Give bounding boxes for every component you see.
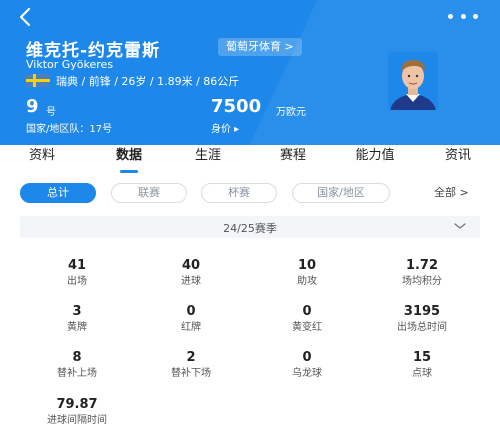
tab-news[interactable]: 资讯: [438, 145, 478, 173]
stat-points-per-game: 1.72 场均积分: [367, 258, 477, 289]
stat-penalties: 15 点球: [367, 350, 477, 381]
market-value-link[interactable]: 身价 ▸: [211, 120, 239, 135]
stat-goals: 40 进球: [136, 258, 246, 289]
player-info-line: 瑞典 / 前锋 / 26岁 / 1.89米 / 86公斤: [56, 75, 240, 88]
national-team-number: 国家/地区队：17号: [26, 124, 113, 135]
stat-label: 进球: [181, 276, 201, 287]
stat-label: 场均积分: [402, 276, 442, 287]
stat-value: 0: [302, 350, 312, 365]
tab-bar: 资料 数据 生涯 赛程 能力值 资讯: [0, 145, 500, 173]
stat-minutes-played: 3195 出场总时间: [367, 304, 477, 335]
stat-label: 进球间隔时间: [47, 415, 107, 426]
stat-label: 红牌: [181, 322, 201, 333]
season-selector[interactable]: 24/25赛季: [20, 216, 480, 238]
stat-value: 8: [72, 350, 82, 365]
filter-national[interactable]: 国家/地区: [292, 183, 390, 203]
stat-value: 1.72: [405, 258, 439, 273]
stat-label: 替补下场: [171, 368, 211, 379]
shirt-number-unit: 号: [46, 107, 56, 118]
stat-sub-off: 2 替补下场: [136, 350, 246, 381]
stat-value: 10: [297, 258, 317, 273]
market-value-unit: 万欧元: [276, 107, 306, 118]
stat-red-cards: 0 红牌: [136, 304, 246, 335]
sweden-flag-icon: [26, 74, 50, 87]
season-label: 24/25赛季: [223, 222, 277, 235]
stat-label: 黄变红: [292, 322, 322, 333]
stat-value: 40: [181, 258, 201, 273]
stat-label: 助攻: [297, 276, 317, 287]
tab-data[interactable]: 数据: [103, 145, 155, 173]
player-header: 维克托-约克雷斯 葡萄牙体育 > Viktor Gyökeres 瑞典 / 前锋…: [0, 0, 500, 145]
stat-label: 点球: [412, 368, 432, 379]
all-filters-link[interactable]: 全部 >: [434, 184, 469, 200]
stat-own-goals: 0 乌龙球: [252, 350, 362, 381]
back-arrow-icon[interactable]: [14, 6, 36, 28]
stat-value: 15: [412, 350, 432, 365]
filter-total[interactable]: 总计: [20, 183, 96, 203]
tab-profile[interactable]: 资料: [22, 145, 62, 173]
tab-schedule[interactable]: 赛程: [273, 145, 313, 173]
more-dots-icon[interactable]: [448, 6, 478, 26]
stat-value: 3: [72, 304, 82, 319]
stat-value: 0: [186, 304, 196, 319]
shirt-number: 9: [26, 96, 39, 117]
stat-value: 79.87: [56, 397, 98, 412]
stat-value: 2: [186, 350, 196, 365]
stat-second-yellow: 0 黄变红: [252, 304, 362, 335]
filter-cup[interactable]: 杯赛: [201, 183, 277, 203]
stat-value: 3195: [403, 304, 441, 319]
market-value: 7500: [211, 96, 262, 117]
stat-label: 黄牌: [67, 322, 87, 333]
active-tab-indicator: [120, 170, 138, 173]
player-avatar: [388, 52, 438, 110]
stat-label: 乌龙球: [292, 368, 322, 379]
stat-assists: 10 助攻: [252, 258, 362, 289]
stat-minutes-per-goal: 79.87 进球间隔时间: [22, 397, 132, 428]
filter-league[interactable]: 联赛: [111, 183, 187, 203]
stat-value: 41: [67, 258, 87, 273]
stat-yellow-cards: 3 黄牌: [22, 304, 132, 335]
chevron-down-icon: [454, 223, 466, 229]
club-link[interactable]: 葡萄牙体育 >: [218, 38, 302, 56]
stat-value: 0: [302, 304, 312, 319]
stat-appearances: 41 出场: [22, 258, 132, 289]
stat-label: 出场总时间: [397, 322, 447, 333]
stat-label: 出场: [67, 276, 87, 287]
player-name-en: Viktor Gyökeres: [26, 58, 114, 71]
tab-ability[interactable]: 能力值: [346, 145, 404, 173]
stat-sub-on: 8 替补上场: [22, 350, 132, 381]
stat-label: 替补上场: [57, 368, 97, 379]
tab-career[interactable]: 生涯: [188, 145, 228, 173]
